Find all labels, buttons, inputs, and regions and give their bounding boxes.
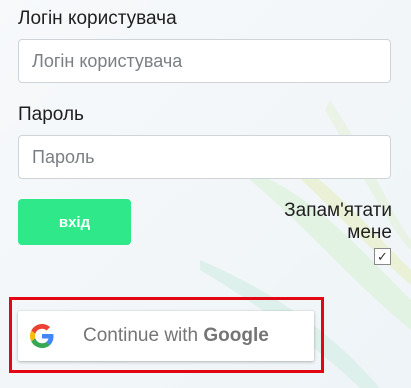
login-form: Логін користувача Пароль вхід Запам'ятат… [0,0,411,388]
remember-me-label: Запам'ятати мене [284,200,392,243]
login-button[interactable]: вхід [18,199,131,245]
remember-me-checkbox[interactable]: ✓ [374,248,391,265]
google-label-brand: Google [203,325,269,346]
google-button-label: Continue with Google [83,325,269,347]
checkmark-icon: ✓ [377,248,388,264]
username-label: Логін користувача [18,8,177,29]
password-label: Пароль [18,104,84,125]
google-g-icon [30,324,54,348]
google-label-prefix: Continue with [83,325,204,346]
password-input[interactable] [18,135,391,179]
username-input[interactable] [18,39,391,83]
continue-with-google-button[interactable]: Continue with Google [18,311,314,361]
